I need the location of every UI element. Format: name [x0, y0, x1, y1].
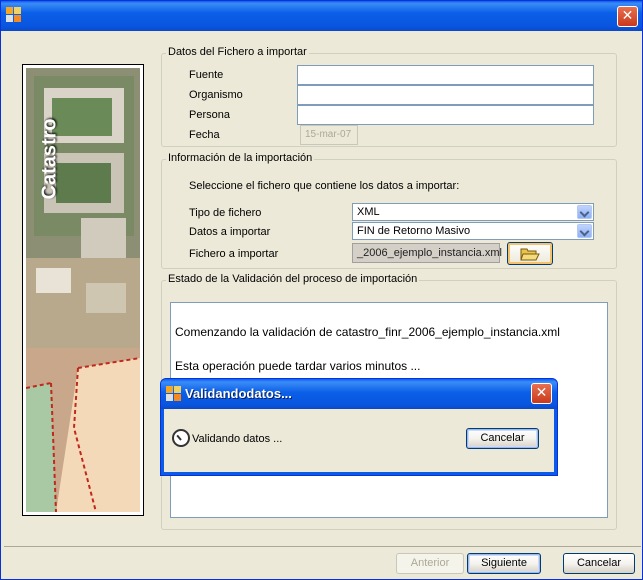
- folder-open-icon: [520, 248, 540, 261]
- dialog-body: Validando datos ... Cancelar: [164, 409, 554, 472]
- log-line: Esta operación puede tardar varios minut…: [175, 359, 421, 373]
- datos-importar-select[interactable]: FIN de Retorno Masivo: [352, 222, 594, 240]
- import-info-legend: Información de la importación: [166, 152, 315, 164]
- organismo-label: Organismo: [189, 89, 243, 101]
- tipo-fichero-select[interactable]: XML: [352, 203, 594, 221]
- validating-dialog: Validandodatos... ✕ Validando datos ... …: [160, 378, 558, 476]
- chevron-down-icon[interactable]: [577, 224, 592, 238]
- app-icon: [166, 386, 182, 402]
- datos-importar-value: FIN de Retorno Masivo: [357, 225, 471, 237]
- catastro-brand-text: Catastro: [38, 118, 61, 200]
- fichero-importar-label: Fichero a importar: [189, 248, 279, 260]
- browse-file-button[interactable]: [507, 242, 553, 265]
- organismo-input[interactable]: [297, 85, 594, 105]
- fuente-input[interactable]: [297, 65, 594, 85]
- main-window: ✕ Catastro Datos del Fichero a importar …: [0, 0, 643, 580]
- fuente-label: Fuente: [189, 69, 224, 81]
- dialog-message: Validando datos ...: [192, 433, 283, 445]
- back-button[interactable]: Anterior: [396, 553, 464, 574]
- aerial-map-image: Catastro: [26, 68, 140, 512]
- fichero-importar-field: _2006_ejemplo_instancia.xml: [352, 243, 502, 263]
- next-button[interactable]: Siguiente: [467, 553, 541, 574]
- tipo-fichero-label: Tipo de fichero: [189, 207, 262, 219]
- window-close-button[interactable]: ✕: [617, 6, 638, 27]
- dialog-cancel-button[interactable]: Cancelar: [466, 428, 539, 449]
- persona-label: Persona: [189, 109, 230, 121]
- dialog-title-bar[interactable]: Validandodatos... ✕: [161, 379, 557, 409]
- catastro-image-panel: Catastro: [22, 64, 144, 516]
- persona-input[interactable]: [297, 105, 594, 125]
- dialog-close-button[interactable]: ✕: [531, 383, 552, 404]
- fecha-input: 15-mar-07: [300, 125, 358, 145]
- stopwatch-icon: [172, 429, 190, 447]
- file-data-legend: Datos del Fichero a importar: [166, 46, 309, 58]
- app-icon: [6, 7, 22, 23]
- title-bar[interactable]: ✕: [1, 1, 642, 31]
- log-line: Comenzando la validación de catastro_fin…: [175, 325, 560, 339]
- cancel-button[interactable]: Cancelar: [563, 553, 635, 574]
- chevron-down-icon[interactable]: [577, 205, 592, 219]
- datos-importar-label: Datos a importar: [189, 226, 271, 238]
- validation-legend: Estado de la Validación del proceso de i…: [166, 273, 420, 285]
- instruction-text: Seleccione el fichero que contiene los d…: [189, 180, 460, 192]
- footer-separator: [4, 546, 641, 547]
- import-info-group: Información de la importación Seleccione…: [161, 152, 617, 269]
- tipo-fichero-value: XML: [357, 206, 380, 218]
- fecha-label: Fecha: [189, 129, 220, 141]
- file-data-group: Datos del Fichero a importar Fuente Orga…: [161, 46, 617, 147]
- dialog-title: Validandodatos...: [185, 386, 292, 401]
